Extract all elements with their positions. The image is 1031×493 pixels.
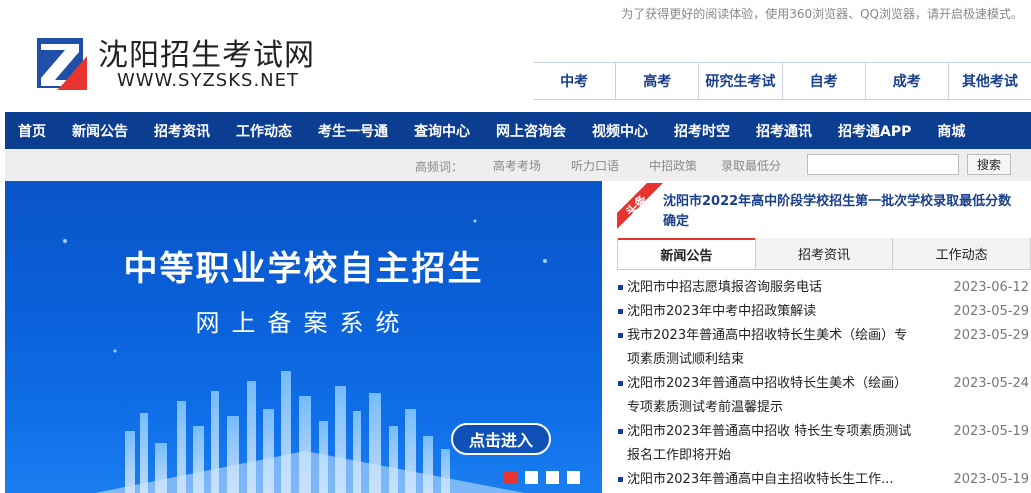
nav-exam-space[interactable]: 招考时空 bbox=[661, 121, 743, 141]
list-item[interactable]: 沈阳市2023年中考中招政策解读 2023-05-29 bbox=[617, 300, 1031, 324]
bullet-icon bbox=[618, 477, 623, 482]
nav-home[interactable]: 首页 bbox=[5, 121, 59, 141]
browser-tip: 为了获得更好的阅读体验，使用360浏览器、QQ浏览器，请开启极速模式。 bbox=[621, 7, 1023, 21]
nav-video-center[interactable]: 视频中心 bbox=[579, 121, 661, 141]
nav-news[interactable]: 新闻公告 bbox=[59, 121, 141, 141]
news-title[interactable]: 沈阳市2023年中考中招政策解读 bbox=[627, 300, 917, 324]
nav-mall[interactable]: 商城 bbox=[924, 121, 978, 141]
news-date: 2023-05-24 bbox=[953, 376, 1029, 391]
site-logo-icon[interactable] bbox=[37, 36, 87, 90]
nav-query-center[interactable]: 查询中心 bbox=[401, 121, 483, 141]
bullet-icon bbox=[618, 285, 623, 290]
nav-online-consult[interactable]: 网上咨询会 bbox=[483, 121, 579, 141]
list-item[interactable]: 沈阳市2023年普通高中招收 特长生专项素质测试报名工作即将开始 2023-05… bbox=[617, 420, 1031, 468]
tab-exam-info[interactable]: 招考资讯 bbox=[754, 238, 893, 269]
list-item[interactable]: 沈阳市中招志愿填报咨询服务电话 2023-06-12 bbox=[617, 276, 1031, 300]
bullet-icon bbox=[618, 309, 623, 314]
list-item[interactable]: 沈阳市2023年普通高中自主招收特长生工作... 2023-05-19 bbox=[617, 468, 1031, 492]
exam-tab-other[interactable]: 其他考试 bbox=[947, 63, 1031, 99]
nav-exam-newsletter[interactable]: 招考通讯 bbox=[743, 121, 825, 141]
tab-news[interactable]: 新闻公告 bbox=[618, 238, 755, 269]
tab-work-news[interactable]: 工作动态 bbox=[892, 238, 1031, 269]
bullet-icon bbox=[618, 429, 623, 434]
news-title[interactable]: 我市2023年普通高中招收特长生美术（绘画）专项素质测试顺利结束 bbox=[627, 324, 917, 372]
headline-badge: 头条 bbox=[617, 183, 663, 229]
list-item[interactable]: 我市2023年普通高中招收特长生美术（绘画）专项素质测试顺利结束 2023-05… bbox=[617, 324, 1031, 372]
bullet-icon bbox=[618, 381, 623, 386]
hot-words-bar: 高频词： 高考考场 听力口语 中招政策 录取最低分 搜索 bbox=[5, 149, 1031, 181]
carousel-dot-1[interactable] bbox=[504, 471, 517, 484]
exam-tab-graduate[interactable]: 研究生考试 bbox=[698, 63, 781, 99]
carousel-dot-4[interactable] bbox=[567, 471, 580, 484]
page: 为了获得更好的阅读体验，使用360浏览器、QQ浏览器，请开启极速模式。 沈阳招生… bbox=[0, 0, 1031, 493]
carousel-dot-3[interactable] bbox=[546, 471, 559, 484]
site-url: WWW.SYZSKS.NET bbox=[117, 70, 300, 91]
list-item[interactable]: 沈阳市2023年普通高中招收特长生美术（绘画）专项素质测试考前温馨提示 2023… bbox=[617, 372, 1031, 420]
news-date: 2023-06-12 bbox=[953, 280, 1029, 295]
news-date: 2023-05-19 bbox=[953, 424, 1029, 439]
exam-category-tabs: 中考 高考 研究生考试 自考 成考 其他考试 bbox=[533, 62, 1031, 100]
news-date: 2023-05-19 bbox=[953, 472, 1029, 487]
search-input[interactable] bbox=[807, 154, 959, 175]
exam-tab-self-study[interactable]: 自考 bbox=[781, 63, 865, 99]
hot-word-min-score[interactable]: 录取最低分 bbox=[721, 157, 781, 174]
news-date: 2023-05-29 bbox=[953, 304, 1029, 319]
banner-subtitle: 网上备案系统 bbox=[195, 309, 412, 337]
news-tabs: 新闻公告 招考资讯 工作动态 bbox=[617, 238, 1031, 270]
hot-words-label: 高频词： bbox=[415, 160, 464, 174]
carousel-dot-2[interactable] bbox=[525, 471, 538, 484]
banner-title: 中等职业学校自主招生 bbox=[123, 249, 484, 289]
news-date: 2023-05-29 bbox=[953, 328, 1029, 343]
bullet-icon bbox=[618, 333, 623, 338]
banner-enter-button[interactable]: 点击进入 bbox=[451, 423, 551, 455]
news-title[interactable]: 沈阳市中招志愿填报咨询服务电话 bbox=[627, 276, 917, 300]
search-button[interactable]: 搜索 bbox=[967, 154, 1011, 175]
nav-work-news[interactable]: 工作动态 bbox=[223, 121, 305, 141]
nav-student-pass[interactable]: 考生一号通 bbox=[305, 121, 401, 141]
exam-tab-gaokao[interactable]: 高考 bbox=[615, 63, 698, 99]
news-list: 沈阳市中招志愿填报咨询服务电话 2023-06-12 沈阳市2023年中考中招政… bbox=[617, 276, 1031, 492]
hot-word-listening[interactable]: 听力口语 bbox=[571, 157, 619, 174]
hot-word-policy[interactable]: 中招政策 bbox=[649, 157, 697, 174]
nav-app[interactable]: 招考通APP bbox=[825, 121, 924, 141]
nav-exam-info[interactable]: 招考资讯 bbox=[141, 121, 223, 141]
banner-carousel[interactable]: 中等职业学校自主招生 网上备案系统 点击进入 bbox=[5, 181, 602, 493]
carousel-indicators bbox=[504, 471, 580, 484]
news-title[interactable]: 沈阳市2023年普通高中招收特长生美术（绘画）专项素质测试考前温馨提示 bbox=[627, 372, 917, 420]
exam-tab-adult[interactable]: 成考 bbox=[864, 63, 948, 99]
exam-tab-zhongkao[interactable]: 中考 bbox=[533, 63, 615, 99]
main-nav: 首页 新闻公告 招考资讯 工作动态 考生一号通 查询中心 网上咨询会 视频中心 … bbox=[5, 112, 1031, 149]
news-title[interactable]: 沈阳市2023年普通高中自主招收特长生工作... bbox=[627, 468, 917, 492]
hot-word-exam-site[interactable]: 高考考场 bbox=[493, 157, 541, 174]
news-title[interactable]: 沈阳市2023年普通高中招收 特长生专项素质测试报名工作即将开始 bbox=[627, 420, 917, 468]
headline-title[interactable]: 沈阳市2022年高中阶段学校招生第一批次学校录取最低分数确定 bbox=[663, 192, 1023, 232]
site-name[interactable]: 沈阳招生考试网 bbox=[98, 30, 315, 74]
